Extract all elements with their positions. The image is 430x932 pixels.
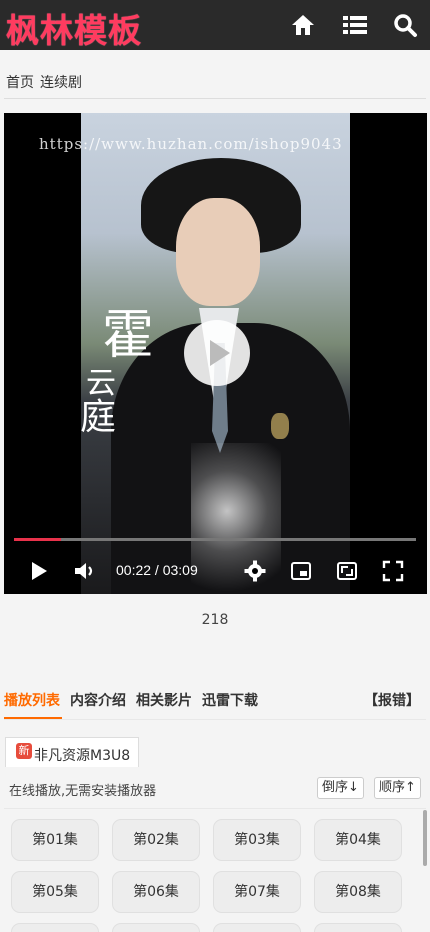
episode-button-partial[interactable] (112, 923, 200, 932)
poster-name-3: 庭 (80, 397, 117, 438)
sort-desc-button[interactable]: 倒序↓ (317, 777, 364, 799)
site-logo[interactable]: 枫林模板 (6, 4, 142, 52)
video-time: 00:22 / 03:09 (116, 562, 198, 578)
volume-icon[interactable] (72, 560, 98, 582)
divider (4, 808, 426, 809)
episode-button[interactable]: 第06集 (112, 871, 200, 913)
fullscreen-icon[interactable] (382, 560, 404, 582)
episode-button[interactable]: 第01集 (11, 819, 99, 861)
playlist-hint: 在线播放,无需安装播放器 (9, 784, 157, 799)
episode-button[interactable]: 第08集 (314, 871, 402, 913)
big-play-button[interactable] (184, 320, 250, 386)
view-count: 218 (201, 612, 229, 628)
report-link[interactable]: 【报错】 (364, 690, 420, 710)
settings-gear-icon[interactable] (244, 560, 266, 582)
content-tabs: 播放列表 内容介绍 相关影片 迅雷下载 【报错】 (4, 690, 426, 719)
search-icon[interactable] (392, 12, 418, 38)
sort-asc-button[interactable]: 顺序↑ (374, 777, 421, 799)
divider (4, 719, 426, 720)
source-label: 非凡资源M3U8 (34, 748, 131, 764)
tab-playlist[interactable]: 播放列表 (4, 690, 60, 710)
top-header: 枫林模板 (0, 0, 430, 50)
poster-dust-effect (191, 443, 281, 594)
divider (4, 98, 426, 99)
video-progress-fill (14, 538, 61, 541)
home-icon[interactable] (290, 12, 316, 38)
new-badge: 新 (16, 743, 32, 759)
poster-brooch (271, 413, 289, 439)
tab-intro[interactable]: 内容介绍 (70, 690, 126, 710)
tab-related[interactable]: 相关影片 (136, 690, 192, 710)
episode-button-partial[interactable] (213, 923, 301, 932)
picture-in-picture-icon[interactable] (290, 560, 312, 582)
episode-button-partial[interactable] (11, 923, 99, 932)
episode-button[interactable]: 第02集 (112, 819, 200, 861)
tab-download[interactable]: 迅雷下载 (202, 690, 258, 710)
poster-face (176, 198, 260, 306)
video-progress-bar[interactable] (14, 538, 416, 541)
episode-button[interactable]: 第07集 (213, 871, 301, 913)
video-player[interactable]: 霍 云 庭 https://www.huzhan.com/ishop9043 0… (4, 113, 427, 594)
list-icon[interactable] (342, 12, 368, 38)
breadcrumb-category[interactable]: 连续剧 (40, 75, 82, 91)
episode-button[interactable]: 第05集 (11, 871, 99, 913)
episode-button[interactable]: 第03集 (213, 819, 301, 861)
web-fullscreen-icon[interactable] (336, 560, 358, 582)
video-watermark: https://www.huzhan.com/ishop9043 (39, 135, 343, 153)
episode-button-partial[interactable] (314, 923, 402, 932)
playlist-scrollbar[interactable] (423, 810, 427, 866)
breadcrumb: 首页 连续剧 (6, 72, 82, 92)
source-tab[interactable]: 新 非凡资源M3U8 (5, 737, 139, 767)
play-icon[interactable] (28, 560, 50, 582)
breadcrumb-home[interactable]: 首页 (6, 75, 34, 91)
poster-name-1: 霍 (102, 306, 155, 366)
episode-button[interactable]: 第04集 (314, 819, 402, 861)
